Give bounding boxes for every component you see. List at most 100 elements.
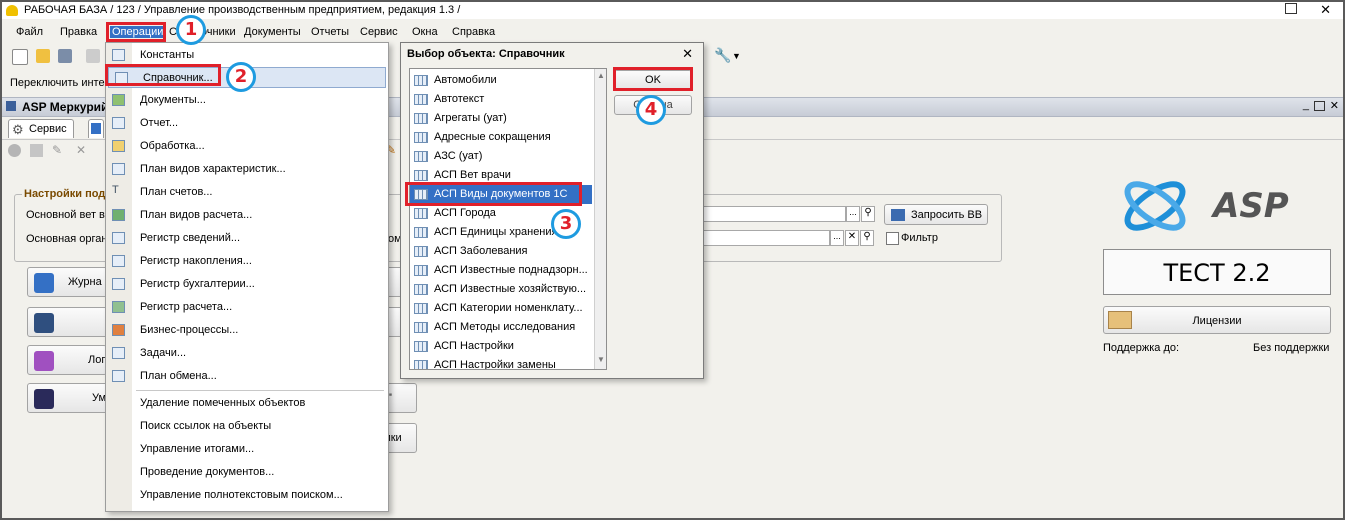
refresh-icon[interactable] [8, 144, 21, 157]
vet-choose-button[interactable]: ... [846, 206, 860, 222]
menu-item-char-plan[interactable]: План видов характеристик... [106, 159, 386, 180]
menu-windows[interactable]: Окна [412, 26, 438, 38]
tab-service[interactable]: ⚙ Сервис [8, 119, 74, 138]
maximize-button[interactable] [1285, 3, 1297, 14]
catalog-item-icon [414, 94, 428, 105]
menu-item-label: Поиск ссылок на объекты [140, 420, 272, 432]
scroll-up-icon[interactable]: ▲ [597, 71, 605, 80]
list-item[interactable]: АСП Методы исследования [410, 318, 592, 337]
save-icon[interactable] [58, 49, 72, 63]
support-value: Без поддержки [1253, 342, 1330, 354]
menu-item-tasks[interactable]: Задачи... [106, 343, 386, 364]
list-item[interactable]: АСП Настройки замены [410, 356, 592, 370]
chevron-down-icon[interactable]: ▼ [732, 51, 741, 61]
request-vv-button[interactable]: Запросить ВВ [884, 204, 988, 225]
menu-item-post-docs[interactable]: Проведение документов... [106, 462, 386, 483]
log-button[interactable]: Лог [27, 345, 107, 375]
step-badge-4: 4 [636, 95, 666, 125]
vet-field[interactable] [702, 206, 846, 222]
catalog-item-icon [414, 246, 428, 257]
list-scrollbar[interactable]: ▲ ▼ [594, 69, 606, 369]
edit-icon[interactable]: ✎ [52, 143, 62, 157]
calc-register-icon [112, 301, 125, 313]
menu-documents[interactable]: Документы [244, 26, 301, 38]
list-item[interactable]: Автотекст [410, 90, 592, 109]
menu-file[interactable]: Файл [16, 26, 43, 38]
list-item[interactable]: Автомобили [410, 71, 592, 90]
menu-separator [136, 390, 384, 391]
menu-item-exchange-plan[interactable]: План обмена... [106, 366, 386, 387]
um-label: Ум [92, 392, 107, 404]
copy-icon[interactable] [30, 144, 43, 157]
menu-item-label: Регистр расчета... [140, 301, 233, 313]
menu-edit[interactable]: Правка [60, 26, 97, 38]
menu-item-processing[interactable]: Обработка... [106, 136, 386, 157]
menu-item-business-process[interactable]: Бизнес-процессы... [106, 320, 386, 341]
test-version-box: ТЕСТ 2.2 [1103, 249, 1331, 295]
licenses-button[interactable]: Лицензии [1103, 306, 1331, 334]
list-item-label: АСП Категории номенклату... [434, 302, 583, 314]
dialog-close-icon[interactable]: ✕ [682, 46, 693, 62]
scroll-down-icon[interactable]: ▼ [597, 355, 605, 364]
calc-plan-icon [112, 209, 125, 221]
menu-item-totals[interactable]: Управление итогами... [106, 439, 386, 460]
new-icon[interactable] [12, 49, 28, 65]
catalog-item-icon [414, 284, 428, 295]
tab-service-label: Сервис [29, 123, 67, 135]
list-item[interactable]: АЗС (уат) [410, 147, 592, 166]
catalog-item-icon [414, 170, 428, 181]
close-window-button[interactable]: ✕ [1320, 2, 1331, 18]
delete-icon[interactable]: ✕ [76, 143, 86, 157]
graduation-cap-icon [34, 389, 54, 409]
list-item[interactable]: АСП Категории номенклату... [410, 299, 592, 318]
menu-item-acc-register[interactable]: Регистр бухгалтерии... [106, 274, 386, 295]
list-item[interactable]: АСП Известные хозяйствую... [410, 280, 592, 299]
list-item[interactable]: АСП Известные поднадзорн... [410, 261, 592, 280]
doc-restore-icon[interactable] [1314, 101, 1325, 111]
list-item-label: Автотекст [434, 93, 485, 105]
menu-item-accounts-plan[interactable]: T План счетов... [106, 182, 386, 203]
menu-reports[interactable]: Отчеты [311, 26, 349, 38]
list-item[interactable]: Адресные сокращения [410, 128, 592, 147]
list-item[interactable]: АСП Настройки [410, 337, 592, 356]
support-label: Поддержка до: [1103, 342, 1180, 354]
cut-icon[interactable] [86, 49, 100, 63]
list-item-label: АСП Известные поднадзорн... [434, 264, 588, 276]
wrench-icon[interactable]: 🔧 [714, 47, 731, 64]
list-item[interactable]: АСП Заболевания [410, 242, 592, 261]
doc-minimize-icon[interactable]: _ [1303, 99, 1309, 111]
journal-icon [34, 273, 54, 293]
step-badge-1: 1 [176, 15, 206, 45]
list-item-label: Агрегаты (уат) [434, 112, 507, 124]
menu-item-find-refs[interactable]: Поиск ссылок на объекты [106, 416, 386, 437]
gear-icon: ⚙ [12, 122, 24, 137]
org-label: Основная орган [26, 233, 108, 245]
exchange-plan-icon [112, 370, 125, 382]
list-item-label: Адресные сокращения [434, 131, 551, 143]
list-item[interactable]: Агрегаты (уат) [410, 109, 592, 128]
catalog-item-icon [414, 75, 428, 86]
menu-item-calc-register[interactable]: Регистр расчета... [106, 297, 386, 318]
operations-menu: Константы Справочник... Документы... Отч… [105, 42, 389, 512]
menu-item-calc-plan[interactable]: План видов расчета... [106, 205, 386, 226]
org-field[interactable] [702, 230, 830, 246]
menu-item-accum-register[interactable]: Регистр накопления... [106, 251, 386, 272]
menu-service[interactable]: Сервис [360, 26, 398, 38]
vet-search-icon[interactable]: ⚲ [861, 206, 875, 222]
menu-item-documents[interactable]: Документы... [106, 90, 386, 111]
menu-item-info-register[interactable]: Регистр сведений... [106, 228, 386, 249]
filter-checkbox[interactable] [886, 232, 899, 245]
request-icon [891, 209, 905, 221]
org-search-icon[interactable]: ⚲ [860, 230, 874, 246]
open-icon[interactable] [36, 49, 50, 63]
list-item-label: АСП Настройки замены [434, 359, 556, 370]
org-clear-icon[interactable]: ✕ [845, 230, 859, 246]
tab-second[interactable] [88, 119, 104, 138]
org-choose-button[interactable]: ... [830, 230, 844, 246]
switch-interface-label[interactable]: Переключить инте [10, 77, 105, 89]
menu-item-delete-marked[interactable]: Удаление помеченных объектов [106, 393, 386, 414]
menu-item-fulltext[interactable]: Управление полнотекстовым поиском... [106, 485, 386, 506]
doc-close-icon[interactable]: ✕ [1330, 99, 1339, 112]
menu-item-report[interactable]: Отчет... [106, 113, 386, 134]
menu-help[interactable]: Справка [452, 26, 495, 38]
